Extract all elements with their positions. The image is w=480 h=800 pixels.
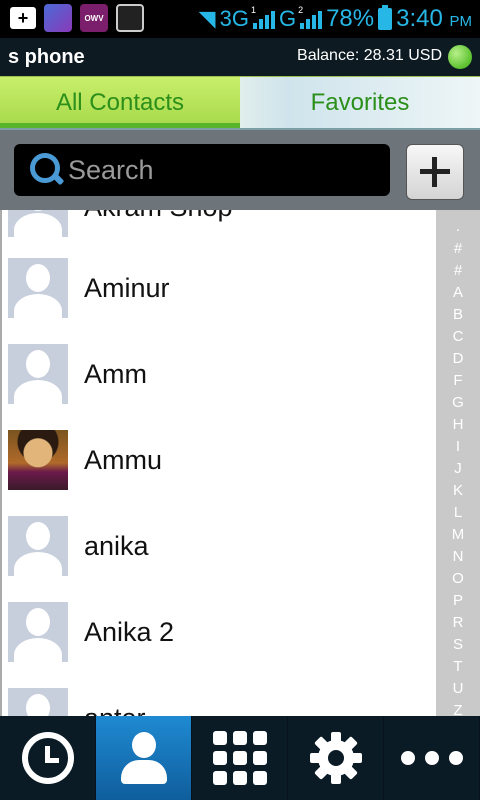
alphabet-index[interactable]: . # # A B C D F G H I J K L M N O P R S T U Z [436,210,480,719]
contact-row[interactable]: Akram Shop [2,210,436,250]
contact-row[interactable]: anter [2,675,436,716]
contact-name: Ammu [84,444,163,475]
clock: 3:40 PM [396,5,472,33]
contact-row[interactable]: Anika 2 [2,589,436,675]
tab-favorites[interactable]: Favorites [240,77,480,128]
index-letter[interactable]: C [436,326,480,348]
contact-name: anika [84,530,149,561]
index-letter[interactable]: O [436,568,480,590]
contact-row[interactable]: Aminur [2,245,436,331]
sim1-label: 1 [250,5,256,15]
network-type-g: G [278,6,297,31]
online-status-indicator [448,45,472,69]
status-bar: + OWV ◥ 3G 1 G 2 78% 3:40 PM [0,0,480,38]
owv-notification-icon: OWV [80,4,108,32]
clock-icon [21,732,74,784]
avatar [8,516,68,576]
index-letter[interactable]: I [436,436,480,458]
contact-name: Aminur [84,272,170,303]
clock-time: 3:40 [396,5,443,32]
avatar-photo [8,430,68,490]
search-input[interactable] [68,154,368,186]
index-letter[interactable]: U [436,678,480,700]
index-letter[interactable]: # [436,260,480,282]
index-letter[interactable]: M [436,524,480,546]
index-letter[interactable]: T [436,656,480,678]
index-letter[interactable]: P [436,590,480,612]
contact-row[interactable]: Ammu [2,417,436,503]
avatar [8,602,68,662]
signal-sim2-icon: 2 [298,5,323,29]
bottom-nav [0,716,480,800]
avatar [8,258,68,318]
contact-name: Anika 2 [84,616,175,647]
index-letter[interactable]: K [436,480,480,502]
contact-name: Akram Shop [84,210,233,223]
signal-sim1-icon: 1 [251,5,275,29]
contact-row[interactable]: Amm [2,331,436,417]
index-letter[interactable]: N [436,546,480,568]
search-field[interactable] [14,144,390,196]
contact-row[interactable]: anika [2,503,436,589]
contact-tabs: All Contacts Favorites [0,76,480,128]
notification-area: + OWV [10,4,144,32]
nav-dialpad[interactable] [192,716,288,800]
plus-icon [420,157,450,187]
network-type-3g: 3G [219,6,249,31]
battery-icon [378,5,393,30]
index-letter[interactable]: J [436,458,480,480]
index-letter[interactable]: . [436,216,480,238]
avatar [8,688,68,716]
contact-name: anter [84,703,146,717]
dialpad-icon [212,731,267,785]
more-icon [400,751,463,765]
contact-list[interactable]: Akram Shop Aminur Amm Ammu anika Anika 2… [0,210,436,716]
contact-name: Amm [84,358,147,389]
app-title: s phone [8,46,85,68]
system-status: ◥ 3G 1 G 2 78% 3:40 PM [199,0,472,38]
avatar [8,210,68,237]
index-letter[interactable]: L [436,502,480,524]
index-letter[interactable]: F [436,370,480,392]
person-icon [120,732,167,784]
app-notification-icon [44,4,72,32]
sim2-label: 2 [298,5,304,15]
wifi-icon: ◥ [198,6,216,31]
app-header: s phone Balance: 28.31 USD [0,38,480,76]
index-letter[interactable]: G [436,392,480,414]
index-letter[interactable]: # [436,238,480,260]
index-letter[interactable]: A [436,282,480,304]
nav-settings[interactable] [288,716,384,800]
index-letter[interactable]: R [436,612,480,634]
index-letter[interactable]: H [436,414,480,436]
nav-more[interactable] [384,716,480,800]
battery-percent: 78% [326,5,375,32]
clock-ampm: PM [449,13,473,30]
index-letter[interactable]: B [436,304,480,326]
gear-icon [309,732,362,784]
nav-recent-calls[interactable] [0,716,96,800]
image-notification-icon [116,4,144,32]
tab-all-contacts[interactable]: All Contacts [0,77,240,128]
add-contact-button[interactable] [406,144,464,200]
nav-contacts[interactable] [96,716,192,800]
index-letter[interactable]: D [436,348,480,370]
balance-text: Balance: 28.31 USD [297,47,442,64]
add-notification-icon: + [10,7,36,29]
avatar [8,344,68,404]
search-icon [26,150,66,190]
index-letter[interactable]: S [436,634,480,656]
search-bar [0,130,480,210]
